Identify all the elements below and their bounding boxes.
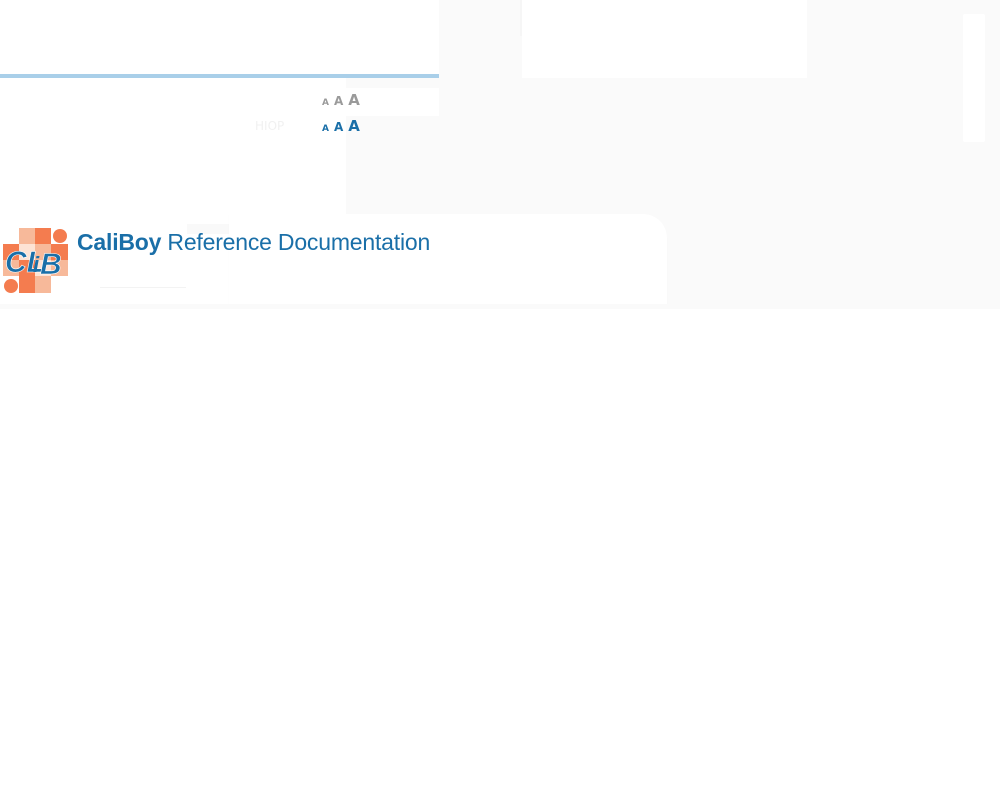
site-title[interactable]: CaliBoy Reference Documentation xyxy=(77,229,430,256)
ghost-card xyxy=(229,214,667,306)
font-size-controls-active: A A A xyxy=(322,117,360,135)
faded-label: HIOP xyxy=(255,119,285,133)
font-size-small-button[interactable]: A xyxy=(322,124,329,134)
font-size-medium-button[interactable]: A xyxy=(334,120,343,134)
svg-text:B: B xyxy=(40,248,62,281)
svg-text:i: i xyxy=(33,252,40,277)
font-size-large-button[interactable]: A xyxy=(348,117,360,135)
page: A A A HIOP A A A CL i B CaliBoy Referenc… xyxy=(0,0,1000,800)
site-title-brand: CaliBoy xyxy=(77,229,162,255)
scrollbar[interactable] xyxy=(963,14,985,142)
search-box-area xyxy=(522,0,807,78)
font-size-medium-button[interactable]: A xyxy=(334,94,343,108)
font-size-controls-inactive: A A A xyxy=(322,91,360,109)
logo-icon: CL i B xyxy=(3,228,68,293)
font-size-small-button[interactable]: A xyxy=(322,98,329,108)
content-area xyxy=(0,309,1000,800)
site-title-rest: Reference Documentation xyxy=(161,229,431,255)
font-size-large-button[interactable]: A xyxy=(348,91,360,109)
caliboy-logo[interactable]: CL i B xyxy=(3,228,68,293)
